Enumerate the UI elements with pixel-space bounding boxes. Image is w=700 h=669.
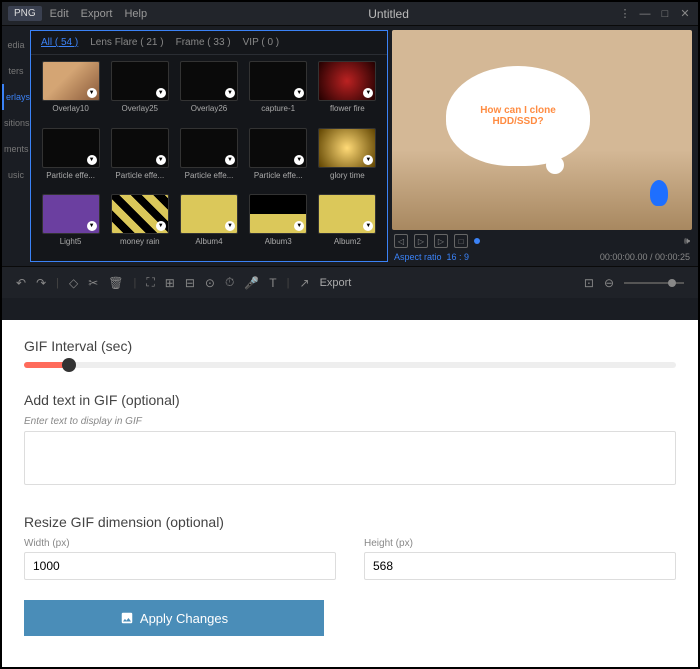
sidebar-item-media[interactable]: edia <box>2 32 30 58</box>
zoom-slider[interactable] <box>624 282 684 284</box>
height-label: Height (px) <box>364 538 676 549</box>
play-button[interactable]: ▷ <box>414 234 428 248</box>
timer-icon[interactable]: ⏱ <box>225 275 234 290</box>
overlay-panel: All ( 54 ) Lens Flare ( 21 ) Frame ( 33 … <box>30 30 388 262</box>
prev-button[interactable]: ◁ <box>394 234 408 248</box>
tab-frame[interactable]: Frame ( 33 ) <box>176 37 231 48</box>
overlay-item[interactable]: glory time <box>316 128 379 189</box>
export-label[interactable]: Export <box>320 277 352 289</box>
image-icon <box>120 611 134 625</box>
crop-icon[interactable]: ⛶ <box>146 275 154 290</box>
text-label: Add text in GIF (optional) <box>24 392 676 408</box>
gif-text-input[interactable] <box>24 431 676 485</box>
stop-button[interactable]: □ <box>454 234 468 248</box>
overlay-item[interactable]: Album2 <box>316 194 379 255</box>
menu-export[interactable]: Export <box>81 8 113 20</box>
character-icon <box>650 180 668 206</box>
record-icon[interactable]: ⊙ <box>205 276 215 290</box>
mark-icon[interactable]: ◇ <box>69 276 78 290</box>
interval-thumb[interactable] <box>62 358 76 372</box>
overlay-item[interactable]: Overlay25 <box>108 61 171 122</box>
overlay-item[interactable]: Overlay10 <box>39 61 102 122</box>
title-bar: PNG Edit Export Help Untitled ⋮ — □ ✕ <box>2 2 698 26</box>
overlay-item[interactable]: Particle effe... <box>39 128 102 189</box>
sidebar-item-overlays[interactable]: erlays <box>2 84 30 110</box>
speech-bubble: How can I clone HDD/SSD? <box>446 66 590 166</box>
zoom-icon[interactable]: ⊖ <box>604 276 614 290</box>
tab-vip[interactable]: VIP ( 0 ) <box>243 37 280 48</box>
tab-lensflare[interactable]: Lens Flare ( 21 ) <box>90 37 163 48</box>
aspect-ratio: Aspect ratio 16 : 9 <box>394 252 469 262</box>
width-input[interactable] <box>24 552 336 580</box>
maximize-icon[interactable]: □ <box>658 7 672 21</box>
overlay-item[interactable]: Particle effe... <box>247 128 310 189</box>
interval-label: GIF Interval (sec) <box>24 338 676 354</box>
apply-button[interactable]: Apply Changes <box>24 600 324 636</box>
interval-slider[interactable] <box>24 362 676 368</box>
preview-canvas[interactable]: How can I clone HDD/SSD? <box>392 30 692 230</box>
overlay-item[interactable]: flower fire <box>316 61 379 122</box>
preview-pane: How can I clone HDD/SSD? ◁ ▷ ▷ □ 🕪 Aspec… <box>392 30 692 262</box>
next-button[interactable]: ▷ <box>434 234 448 248</box>
overlay-item[interactable]: Particle effe... <box>177 128 240 189</box>
grid-icon[interactable]: ⊟ <box>185 276 195 290</box>
timecode: 00:00:00.00 / 00:00:25 <box>600 252 690 262</box>
resize-icon[interactable]: ⊞ <box>165 276 175 290</box>
overlay-item[interactable]: Album3 <box>247 194 310 255</box>
overlay-tabs: All ( 54 ) Lens Flare ( 21 ) Frame ( 33 … <box>31 31 387 55</box>
minimize-icon[interactable]: — <box>638 7 652 21</box>
overlay-item[interactable]: Light5 <box>39 194 102 255</box>
volume-icon[interactable]: 🕪 <box>684 236 690 247</box>
text-hint: Enter text to display in GIF <box>24 416 676 427</box>
sidebar-item-filters[interactable]: ters <box>2 58 30 84</box>
close-icon[interactable]: ✕ <box>678 7 692 21</box>
document-title: Untitled <box>159 7 618 21</box>
sidebar-item-music[interactable]: usic <box>2 162 30 188</box>
sidebar-item-transitions[interactable]: sitions <box>2 110 30 136</box>
text-icon[interactable]: T <box>269 276 276 290</box>
view-icon[interactable]: ⊡ <box>584 276 594 290</box>
redo-icon[interactable]: ↷ <box>36 276 46 290</box>
cut-icon[interactable]: ✂ <box>88 276 98 290</box>
menu-help[interactable]: Help <box>124 8 147 20</box>
mic-icon[interactable]: 🎤 <box>244 276 259 290</box>
more-icon[interactable]: ⋮ <box>618 7 632 21</box>
height-input[interactable] <box>364 552 676 580</box>
progress-dot[interactable] <box>474 238 480 244</box>
sidebar-item-elements[interactable]: ments <box>2 136 30 162</box>
overlay-item[interactable]: capture-1 <box>247 61 310 122</box>
left-sidebar: edia ters erlays sitions ments usic <box>2 26 30 266</box>
delete-icon[interactable]: 🗑 <box>108 276 123 290</box>
undo-icon[interactable]: ↶ <box>16 276 26 290</box>
width-label: Width (px) <box>24 538 336 549</box>
export-icon[interactable]: ↗ <box>300 276 310 290</box>
overlay-item[interactable]: money rain <box>108 194 171 255</box>
overlay-item[interactable]: Overlay26 <box>177 61 240 122</box>
playback-controls: ◁ ▷ ▷ □ 🕪 <box>392 230 692 252</box>
tab-all[interactable]: All ( 54 ) <box>41 37 78 48</box>
resize-label: Resize GIF dimension (optional) <box>24 514 676 530</box>
menu-edit[interactable]: Edit <box>50 8 69 20</box>
overlay-item[interactable]: Particle effe... <box>108 128 171 189</box>
overlay-grid: Overlay10 Overlay25 Overlay26 capture-1 … <box>31 55 387 261</box>
bottom-toolbar: ↶ ↷ | ◇ ✂ 🗑 | ⛶ ⊞ ⊟ ⊙ ⏱ 🎤 T | ↗ Export ⊡… <box>2 266 698 298</box>
overlay-item[interactable]: Album4 <box>177 194 240 255</box>
format-badge: PNG <box>8 6 42 21</box>
